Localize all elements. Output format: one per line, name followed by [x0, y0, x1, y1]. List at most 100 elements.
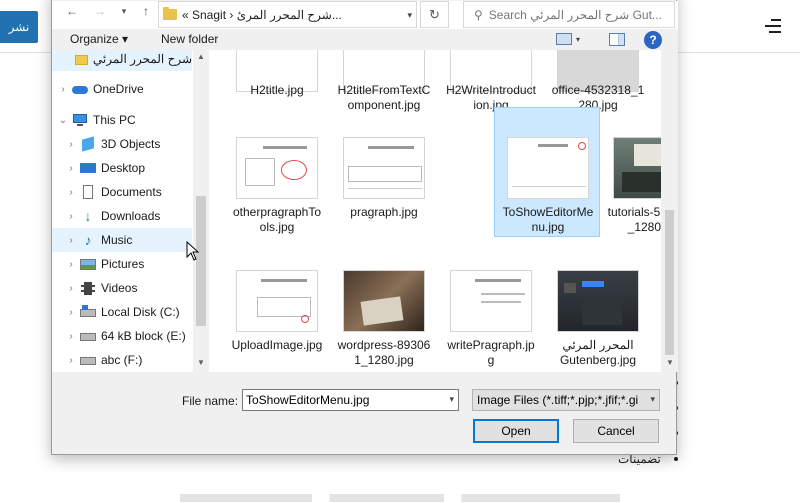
file-name: writePragraph.jp g — [447, 338, 535, 367]
scrollbar-thumb[interactable] — [196, 196, 206, 326]
scroll-up-icon[interactable]: ▲ — [196, 52, 206, 61]
chevron-right-icon[interactable]: › — [66, 283, 76, 294]
chevron-right-icon[interactable]: › — [66, 259, 76, 270]
nav-item-local-disk[interactable]: › Local Disk (C:) — [52, 300, 192, 324]
file-item[interactable]: pragraph.jpg — [331, 107, 437, 237]
nav-item-onedrive[interactable]: › OneDrive — [52, 77, 192, 101]
nav-item-desktop[interactable]: › Desktop — [52, 156, 192, 180]
open-button[interactable]: Open — [473, 419, 559, 443]
chevron-right-icon[interactable]: › — [66, 331, 76, 342]
back-arrow-icon[interactable]: ← — [64, 3, 80, 19]
file-name: tutorials-5238355_1280.jpg — [607, 205, 661, 234]
help-button[interactable]: ? — [644, 31, 662, 49]
chevron-down-icon[interactable]: ▾ — [407, 10, 412, 21]
scrollbar-thumb[interactable] — [665, 210, 674, 355]
file-thumbnail — [236, 270, 318, 332]
file-name: H2title.jpg — [250, 83, 304, 97]
chevron-right-icon[interactable]: › — [66, 307, 76, 318]
drive-icon — [80, 329, 96, 343]
file-list: H2title.jpg H2titleFromTextC omponent.jpg… — [214, 50, 661, 372]
download-icon: ↓ — [84, 208, 92, 224]
nav-item-label: Local Disk (C:) — [101, 305, 180, 319]
chevron-down-icon[interactable]: ▾ — [449, 394, 454, 405]
mouse-cursor-icon — [186, 241, 200, 261]
address-row: ← → ▾ ↑ « Snagit › شرح المحرر المرئ... ▾… — [52, 1, 678, 29]
file-item[interactable]: المحرر المرئي Gutenberg.jpg — [545, 240, 651, 370]
scroll-down-icon[interactable]: ▼ — [665, 358, 675, 367]
folder-icon — [163, 7, 177, 20]
nav-item-label: Videos — [101, 281, 138, 295]
nav-item-label: Downloads — [101, 209, 161, 223]
breadcrumb: « Snagit › شرح المحرر المرئ... — [182, 7, 342, 22]
address-bar[interactable]: « Snagit › شرح المحرر المرئ... ▾ — [158, 1, 417, 28]
chevron-right-icon[interactable]: › — [66, 235, 76, 246]
cancel-button[interactable]: Cancel — [573, 419, 659, 443]
file-name-field[interactable]: ToShowEditorMenu.jpg ▾ — [242, 389, 459, 411]
music-icon: ♪ — [84, 232, 92, 248]
chevron-down-icon[interactable]: ⌄ — [58, 115, 68, 126]
file-item-selected[interactable]: ToShowEditorMe nu.jpg — [494, 107, 600, 237]
pc-icon — [72, 113, 88, 127]
file-item[interactable]: wordpress-89306 1_1280.jpg — [331, 240, 437, 370]
nav-item-label: OneDrive — [93, 82, 144, 96]
list-bullet — [674, 457, 678, 461]
nav-item-current-folder[interactable]: شرح المحرر المرئي — [52, 50, 192, 71]
desktop-icon — [80, 161, 96, 175]
nav-scrollbar[interactable]: ▲ ▼ — [193, 50, 209, 372]
nav-item-music[interactable]: › ♪ Music — [52, 228, 192, 252]
file-name: ToShowEditorMe nu.jpg — [502, 205, 594, 234]
file-item[interactable]: tutorials-5238355_1280.jpg — [601, 107, 661, 237]
file-item[interactable]: writePragraph.jp g — [438, 240, 544, 370]
forward-arrow-icon[interactable]: → — [92, 3, 108, 19]
new-folder-button[interactable]: New folder — [161, 32, 218, 46]
nav-item-label: شرح المحرر المرئي — [92, 52, 192, 66]
nav-item-pictures[interactable]: › Pictures — [52, 252, 192, 276]
organize-button[interactable]: Organize ▾ — [70, 32, 128, 46]
nav-item-drive-e[interactable]: › 64 kB block (E:) — [52, 324, 192, 348]
chevron-right-icon[interactable]: › — [66, 355, 76, 366]
search-input[interactable]: ⚲ Search شرح المحرر المرئي Gut... — [463, 1, 675, 28]
change-view-icon[interactable] — [556, 33, 572, 45]
dialog-body: شرح المحرر المرئي › OneDrive ⌄ This PC ›… — [52, 50, 678, 372]
file-thumbnail — [343, 137, 425, 199]
nav-item-this-pc[interactable]: ⌄ This PC — [52, 108, 192, 132]
nav-item-label: 3D Objects — [101, 137, 161, 151]
nav-item-label: Pictures — [101, 257, 145, 271]
chevron-right-icon[interactable]: › — [66, 211, 76, 222]
file-item[interactable]: otherpragraphTo ols.jpg — [224, 107, 330, 237]
up-arrow-icon[interactable]: ↑ — [138, 3, 154, 19]
nav-item-label: Documents — [101, 185, 162, 199]
cloud-icon — [72, 82, 88, 96]
file-type-select[interactable]: Image Files (*.tiff;*.pjp;*.jfif;*.gi ▾ — [472, 389, 660, 411]
menu-icon[interactable] — [765, 19, 781, 33]
drive-icon — [80, 353, 96, 367]
folder-icon — [74, 52, 88, 66]
file-list-scrollbar[interactable]: ▼ — [661, 50, 678, 372]
refresh-button[interactable]: ↻ — [420, 1, 449, 28]
recent-chevron-icon[interactable]: ▾ — [116, 3, 132, 19]
view-chevron-icon[interactable]: ▾ — [576, 35, 580, 44]
file-name: UploadImage.jpg — [231, 338, 323, 352]
nav-item-label: 64 kB block (E:) — [101, 329, 186, 343]
nav-item-label: abc (F:) — [101, 353, 143, 367]
preview-pane-icon[interactable] — [609, 33, 625, 46]
nav-item-downloads[interactable]: › ↓ Downloads — [52, 204, 192, 228]
chevron-right-icon[interactable]: › — [66, 163, 76, 174]
file-thumbnail — [557, 270, 639, 332]
file-item[interactable]: UploadImage.jpg — [224, 240, 330, 370]
nav-item-documents[interactable]: › Documents — [52, 180, 192, 204]
search-icon: ⚲ — [474, 7, 483, 22]
drive-icon — [80, 305, 96, 319]
nav-item-3d-objects[interactable]: › 3D Objects — [52, 132, 192, 156]
nav-item-videos[interactable]: › Videos — [52, 276, 192, 300]
file-name: pragraph.jpg — [350, 205, 418, 219]
nav-item-drive-f[interactable]: › abc (F:) — [52, 348, 192, 372]
search-placeholder: Search شرح المحرر المرئي Gut... — [488, 7, 662, 22]
publish-button[interactable]: نشر — [0, 11, 38, 43]
chevron-right-icon[interactable]: › — [66, 139, 76, 150]
file-thumbnail — [613, 137, 661, 199]
chevron-right-icon[interactable]: › — [66, 187, 76, 198]
chevron-down-icon[interactable]: ▾ — [650, 394, 655, 405]
scroll-down-icon[interactable]: ▼ — [196, 358, 206, 367]
chevron-right-icon[interactable]: › — [58, 84, 68, 95]
